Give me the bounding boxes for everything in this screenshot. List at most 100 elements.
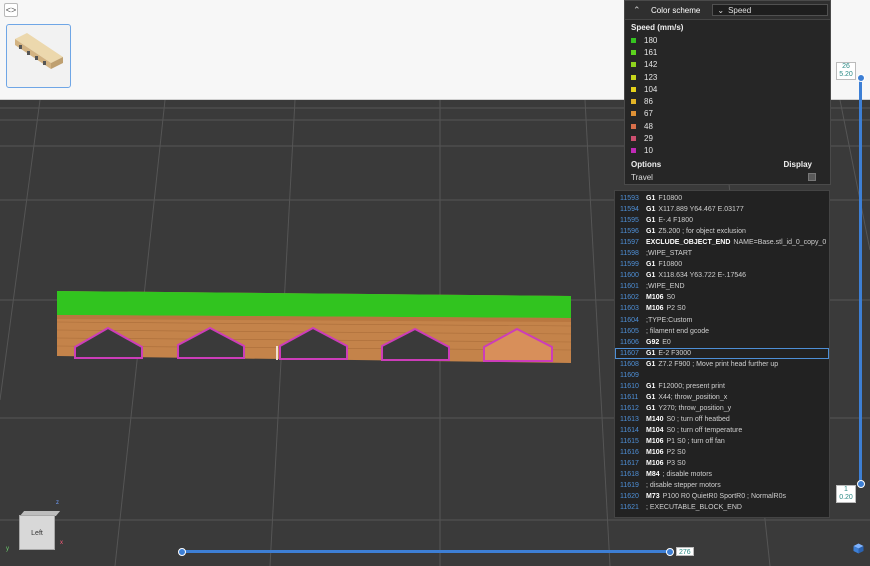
gcode-arguments: NAME=Base.stl_id_0_copy_0 (733, 239, 827, 247)
speed-legend-list: 180 161 142 123 104 86 67 48 29 10 (625, 34, 830, 157)
gcode-line-number: 11604 (620, 316, 639, 324)
top-layer-number: 26 (842, 63, 850, 70)
gcode-command: G1 (646, 206, 656, 214)
gcode-line[interactable]: 11621 ; EXECUTABLE_BLOCK_END (615, 502, 829, 513)
gcode-line[interactable]: 11600 G1 X118.634 Y63.722 E-.17546 (615, 270, 829, 281)
gcode-command: M106 (646, 460, 664, 468)
move-slider-track[interactable] (182, 550, 670, 553)
gcode-line[interactable]: 11610 G1 F12000; present print (615, 381, 829, 392)
layer-slider-bottom-handle[interactable] (856, 480, 865, 488)
gcode-line[interactable]: 11617 M106 P3 S0 (615, 458, 829, 469)
gcode-line[interactable]: 11615 M106 P1 S0 ; turn off fan (615, 436, 829, 447)
gcode-line[interactable]: 11606 G92 E0 (615, 337, 829, 348)
view-cube[interactable]: Left (19, 508, 61, 550)
legend-item: 161 (631, 46, 830, 58)
gcode-command: M106 (646, 294, 664, 302)
gcode-line-number: 11595 (620, 217, 639, 225)
legend-item: 67 (631, 108, 830, 120)
gcode-line[interactable]: 11597 EXCLUDE_OBJECT_END NAME=Base.stl_id_… (615, 237, 829, 248)
move-slider-start-handle[interactable] (178, 547, 186, 556)
gcode-line-number: 11621 (620, 504, 639, 512)
gcode-arguments: P2 S0 (666, 305, 686, 313)
gcode-line[interactable]: 11619 ; disable stepper motors (615, 480, 829, 491)
gcode-line-number: 11608 (620, 360, 639, 368)
gcode-line-number: 11599 (620, 261, 639, 269)
move-slider-end-handle[interactable] (666, 547, 674, 556)
gcode-line[interactable]: 11599 G1 F10800 (615, 259, 829, 270)
gcode-command: G1 (646, 382, 656, 390)
gcode-line[interactable]: 11620 M73 P100 R0 QuietR0 SportR0 ; Normal… (615, 491, 829, 502)
legend-item: 123 (631, 71, 830, 83)
gcode-line[interactable]: 11616 M106 P2 S0 (615, 447, 829, 458)
cube-icon[interactable] (853, 543, 864, 554)
color-scheme-value: Speed (728, 5, 752, 15)
bottom-layer-number: 1 (844, 486, 848, 493)
gcode-line[interactable]: 11595 G1 E-.4 F1800 (615, 215, 829, 226)
gcode-line[interactable]: 11618 M84; disable motors (615, 469, 829, 480)
gcode-line[interactable]: 11605 ; filament end gcode (615, 326, 829, 337)
gcode-line[interactable]: 11593 G1 F10800 (615, 193, 829, 204)
gcode-line[interactable]: 11614 M104 S0 ; turn off temperature (615, 425, 829, 436)
gcode-line[interactable]: 11612 G1 Y270; throw_position_y (615, 403, 829, 414)
gcode-viewer-panel[interactable]: 11593 G1 F10800 11594 G1 X117.889 Y64.467 E.0… (614, 190, 830, 518)
chevron-up-icon[interactable]: ⌃ (633, 5, 645, 16)
gcode-command: G1 (646, 349, 656, 357)
gcode-arguments: ; disable stepper motors (646, 482, 721, 490)
gcode-arguments: S0 ; turn off heatbed (666, 415, 730, 423)
legend-swatch (631, 136, 636, 142)
collapse-sidebar-icon[interactable]: <> (4, 3, 18, 17)
sliced-model[interactable] (56, 291, 572, 363)
travel-label: Travel (631, 172, 653, 182)
gcode-line[interactable]: 11604 ;TYPE:Custom (615, 315, 829, 326)
gcode-line-number: 11611 (620, 393, 639, 401)
gcode-command: G92 (646, 338, 660, 346)
gcode-line[interactable]: 11608 G1 Z7.2 F900 ; Move print head furth… (615, 359, 829, 370)
gcode-line[interactable]: 11594 G1 X117.889 Y64.467 E.03177 (615, 204, 829, 215)
options-header: Options Display (625, 157, 830, 171)
gcode-arguments: ; EXECUTABLE_BLOCK_END (646, 504, 742, 512)
color-scheme-select[interactable]: ⌄ Speed (712, 4, 829, 16)
legend-item: 10 (631, 145, 830, 157)
gcode-line-number: 11613 (620, 415, 639, 423)
color-scheme-label: Color scheme (651, 5, 701, 15)
gcode-line[interactable]: 11596 G1 Z5.200 ; for object exclusion (615, 226, 829, 237)
gcode-command: G1 (646, 393, 656, 401)
legend-item: 48 (631, 120, 830, 132)
gcode-arguments: ;TYPE:Custom (646, 316, 693, 324)
legend-swatch (631, 37, 636, 43)
gcode-line[interactable]: 11601 ;WIPE_END (615, 281, 829, 292)
gcode-command: G1 (646, 195, 656, 203)
gcode-line-number: 11615 (620, 438, 639, 446)
legend-swatch (631, 49, 636, 55)
gcode-line-number: 11612 (620, 404, 639, 412)
gcode-line[interactable]: 11607 G1 E-2 F3000 (615, 347, 829, 359)
legend-item: 86 (631, 95, 830, 107)
gcode-command: G1 (646, 217, 656, 225)
plate-thumbnail[interactable] (6, 24, 71, 88)
gcode-line-number: 11602 (620, 294, 639, 302)
gcode-command: M140 (646, 415, 664, 423)
gcode-line-number: 11603 (620, 305, 639, 313)
gcode-line[interactable]: 11613 M140 S0 ; turn off heatbed (615, 414, 829, 425)
gcode-line[interactable]: 11611 G1 X44; throw_position_x (615, 392, 829, 403)
gcode-arguments: E-2 F3000 (658, 349, 692, 357)
gcode-line[interactable]: 11598 ;WIPE_START (615, 248, 829, 259)
view-cube-face-left[interactable]: Left (19, 515, 55, 550)
layer-slider-top-handle[interactable] (856, 74, 865, 82)
travel-display-checkbox[interactable] (808, 173, 816, 182)
top-layer-height: 5.20 (839, 71, 853, 78)
axis-x-label: x (60, 540, 63, 546)
gcode-command: G1 (646, 404, 656, 412)
gcode-arguments: X117.889 Y64.467 E.03177 (658, 206, 744, 214)
gcode-line-number: 11605 (620, 327, 639, 335)
gcode-line[interactable]: 11602 M106 S0 (615, 292, 829, 303)
gcode-line[interactable]: 11603 M106 P2 S0 (615, 303, 829, 314)
layer-slider-track[interactable] (859, 78, 862, 484)
gcode-arguments: S0 (666, 294, 676, 302)
gcode-command: M106 (646, 305, 664, 313)
gcode-arguments: S0 ; turn off temperature (666, 427, 743, 434)
legend-swatch (631, 123, 636, 129)
gcode-arguments: ;WIPE_END (646, 283, 685, 291)
gcode-arguments: Z7.2 F900 ; Move print head further up (658, 360, 779, 368)
gcode-line[interactable]: 11609 (615, 370, 829, 381)
